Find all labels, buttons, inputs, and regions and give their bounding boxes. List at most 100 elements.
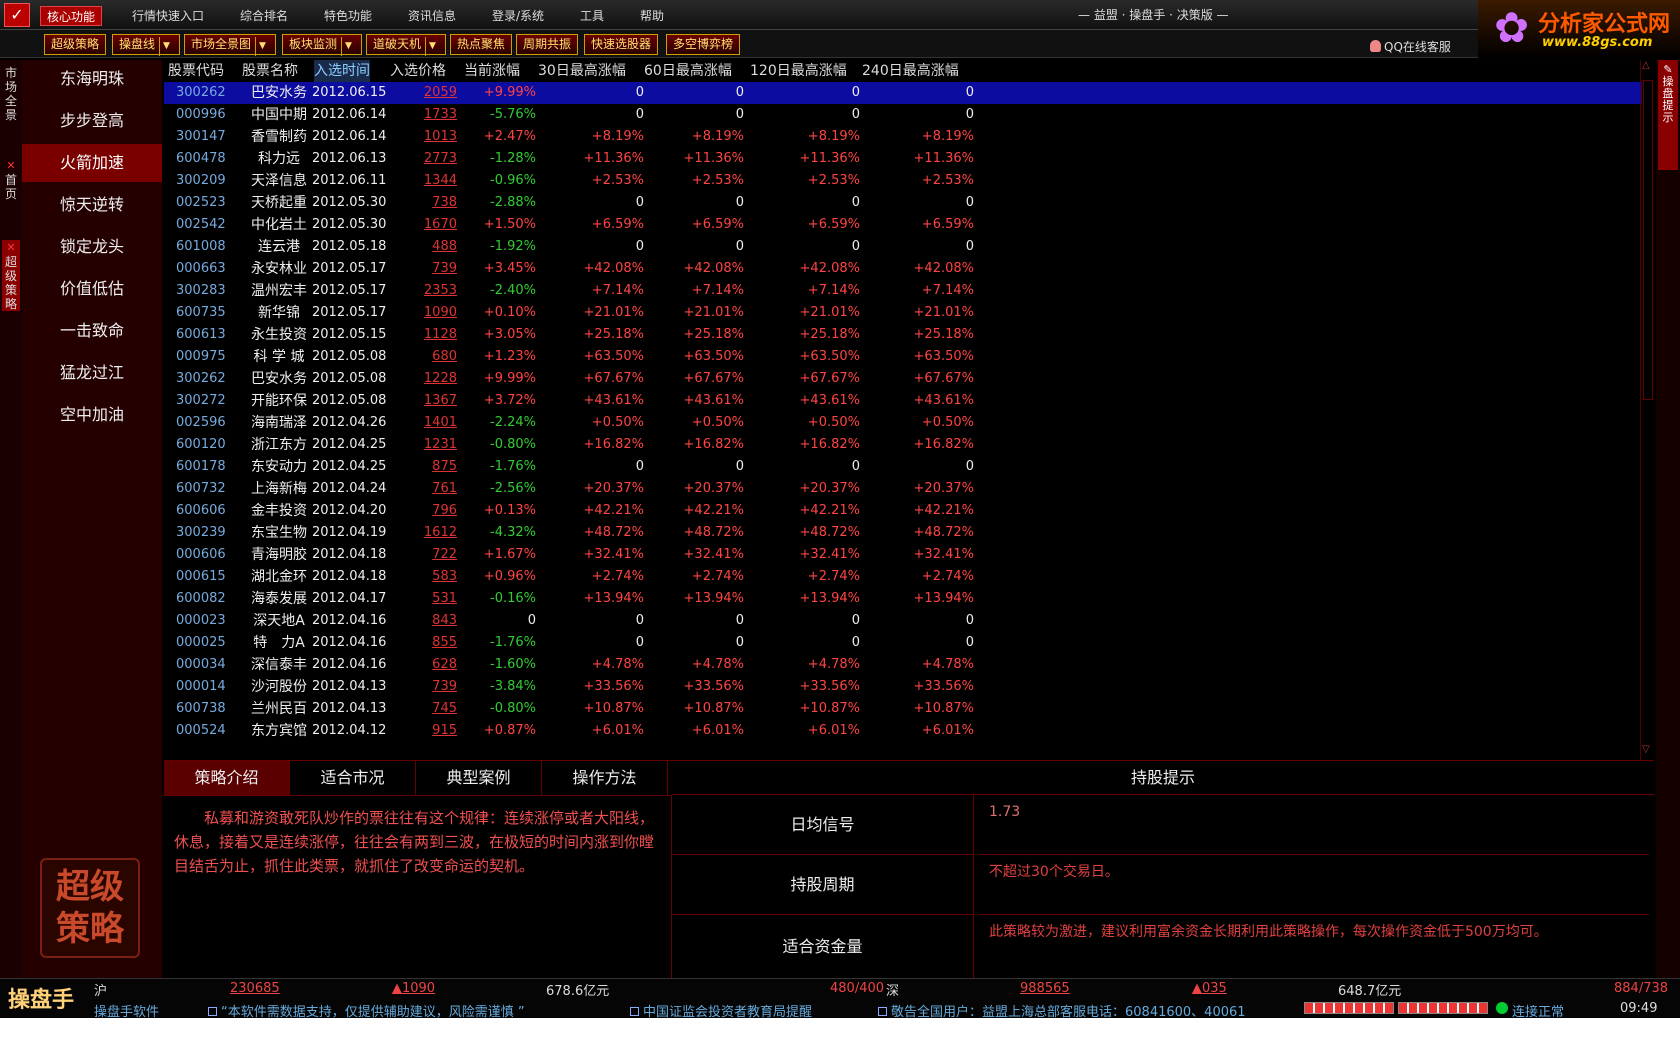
dropdown-arrow-icon[interactable]: ▼ (255, 37, 269, 56)
header-selected-time[interactable]: 入选时间 (314, 60, 370, 82)
table-row[interactable]: 300272 开能环保 2012.05.08 1367 +3.72% +43.61% +43… (164, 390, 1642, 412)
table-row[interactable]: 300209 天泽信息 2012.06.11 1344 -0.96% +2.53% +2.5… (164, 170, 1642, 192)
sh-index[interactable]: 230685 (230, 981, 280, 996)
table-row[interactable]: 000034 深信泰丰 2012.04.16 628 -1.60% +4.78% +4.78… (164, 654, 1642, 676)
strategy-item[interactable]: 猛龙过江 (22, 354, 162, 392)
table-row[interactable]: 000975 科 学 城 2012.05.08 680 +1.23% +63.50% +63… (164, 346, 1642, 368)
table-row[interactable]: 000014 沙河股份 2012.04.13 739 -3.84% +33.56% +33.… (164, 676, 1642, 698)
tab-operation-method[interactable]: 操作方法 (542, 761, 668, 795)
table-row[interactable]: 600178 东安动力 2012.04.25 875 -1.76% 0 0 0 0 (164, 456, 1642, 478)
header-60d-high[interactable]: 60日最高涨幅 (644, 60, 732, 82)
quick-screener-button[interactable]: 快速选股器 (584, 34, 659, 55)
tab-suitable-market[interactable]: 适合市况 (290, 761, 416, 795)
cell-price[interactable]: 761 (379, 478, 457, 500)
cell-price[interactable]: 1367 (379, 390, 457, 412)
market-overview-button[interactable]: 市场全景图 ▼ (184, 34, 277, 56)
cell-price[interactable]: 1090 (379, 302, 457, 324)
cell-price[interactable]: 1670 (379, 214, 457, 236)
dropdown-arrow-icon[interactable]: ▼ (159, 37, 173, 56)
header-240d-high[interactable]: 240日最高涨幅 (862, 60, 959, 82)
table-row[interactable]: 600082 海泰发展 2012.04.17 531 -0.16% +13.94% +13.… (164, 588, 1642, 610)
trading-tips-tab[interactable]: ✎ 操盘提示 (1658, 60, 1678, 170)
table-row[interactable]: 601008 连云港 2012.05.18 488 -1.92% 0 0 0 0 (164, 236, 1642, 258)
table-row[interactable]: 600732 上海新梅 2012.04.24 761 -2.56% +20.37% +20.… (164, 478, 1642, 500)
table-row[interactable]: 600120 浙江东方 2012.04.25 1231 -0.80% +16.82% +16… (164, 434, 1642, 456)
cell-price[interactable]: 1612 (379, 522, 457, 544)
trading-line-button[interactable]: 操盘线 ▼ (112, 34, 181, 56)
cycle-resonance-button[interactable]: 周期共振 (516, 34, 579, 55)
table-row-selected[interactable]: 300262 巴安水务 2012.06.15 2059 +9.99% 0 0 0 0 (164, 82, 1642, 104)
app-logo-icon[interactable]: ✓ (4, 3, 30, 27)
table-row[interactable]: 002596 海南瑞泽 2012.04.26 1401 -2.24% +0.50% +0.5… (164, 412, 1642, 434)
tab-home[interactable]: ✕ 首页 (2, 158, 20, 201)
table-row[interactable]: 002523 天桥起重 2012.05.30 738 -2.88% 0 0 0 0 (164, 192, 1642, 214)
sz-index[interactable]: 988565 (1020, 981, 1070, 996)
table-scrollbar[interactable]: △ ▽ (1640, 60, 1654, 760)
cell-price[interactable]: 488 (379, 236, 457, 258)
header-selected-price[interactable]: 入选价格 (390, 60, 446, 82)
strategy-item[interactable]: 空中加油 (22, 396, 162, 434)
table-row[interactable]: 000996 中国中期 2012.06.14 1733 -5.76% 0 0 0 0 (164, 104, 1642, 126)
cell-price[interactable]: 915 (379, 720, 457, 742)
super-strategy-button[interactable]: 超级策略 (44, 34, 107, 55)
dropdown-arrow-icon[interactable]: ▼ (425, 37, 439, 56)
strategy-item-active[interactable]: 火箭加速 (22, 144, 162, 182)
table-row[interactable]: 000025 特 力A 2012.04.16 855 -1.76% 0 0 0 0 (164, 632, 1642, 654)
cell-price[interactable]: 745 (379, 698, 457, 720)
cell-price[interactable]: 2773 (379, 148, 457, 170)
dropdown-arrow-icon[interactable]: ▼ (341, 37, 355, 56)
strategy-item[interactable]: 锁定龙头 (22, 228, 162, 266)
cell-price[interactable]: 1733 (379, 104, 457, 126)
table-row[interactable]: 000615 湖北金环 2012.04.18 583 +0.96% +2.74% +2.74… (164, 566, 1642, 588)
menu-help[interactable]: 帮助 (634, 6, 670, 26)
cell-price[interactable]: 796 (379, 500, 457, 522)
cell-price[interactable]: 2059 (379, 82, 457, 104)
table-row[interactable]: 300239 东宝生物 2012.04.19 1612 -4.32% +48.72% +48… (164, 522, 1642, 544)
strategy-item[interactable]: 一击致命 (22, 312, 162, 350)
scroll-down-icon[interactable]: ▽ (1642, 744, 1650, 755)
strategy-item[interactable]: 价值低估 (22, 270, 162, 308)
cell-price[interactable]: 739 (379, 258, 457, 280)
cell-price[interactable]: 739 (379, 676, 457, 698)
tab-typical-cases[interactable]: 典型案例 (416, 761, 542, 795)
qq-service-link[interactable]: QQ在线客服 (1370, 38, 1451, 55)
close-icon[interactable]: ✕ (6, 159, 15, 172)
table-row[interactable]: 600606 金丰投资 2012.04.20 796 +0.13% +42.21% +42.… (164, 500, 1642, 522)
table-row[interactable]: 600613 永生投资 2012.05.15 1128 +3.05% +25.18% +25… (164, 324, 1642, 346)
menu-features[interactable]: 特色功能 (318, 6, 378, 26)
tab-strategy-intro[interactable]: 策略介绍 (164, 761, 290, 795)
menu-core-functions[interactable]: 核心功能 (40, 6, 103, 26)
cell-price[interactable]: 875 (379, 456, 457, 478)
table-row[interactable]: 300147 香雪制药 2012.06.14 1013 +2.47% +8.19% +8.1… (164, 126, 1642, 148)
table-row[interactable]: 600478 科力远 2012.06.13 2773 -1.28% +11.36% +11.… (164, 148, 1642, 170)
cell-price[interactable]: 1128 (379, 324, 457, 346)
cell-price[interactable]: 722 (379, 544, 457, 566)
tab-super-strategy[interactable]: ✕ 超级策略 (2, 240, 20, 311)
menu-login-system[interactable]: 登录/系统 (486, 6, 550, 26)
header-current-change[interactable]: 当前涨幅 (464, 60, 520, 82)
cell-price[interactable]: 1231 (379, 434, 457, 456)
table-row[interactable]: 002542 中化岩土 2012.05.30 1670 +1.50% +6.59% +6.5… (164, 214, 1642, 236)
cell-price[interactable]: 855 (379, 632, 457, 654)
header-30d-high[interactable]: 30日最高涨幅 (538, 60, 626, 82)
strategy-item[interactable]: 惊天逆转 (22, 186, 162, 224)
cell-price[interactable]: 1401 (379, 412, 457, 434)
tab-market-overview[interactable]: 市场全景 (2, 66, 20, 122)
menu-news[interactable]: 资讯信息 (402, 6, 462, 26)
cell-price[interactable]: 583 (379, 566, 457, 588)
header-stock-name[interactable]: 股票名称 (242, 60, 298, 82)
scroll-up-icon[interactable]: △ (1642, 60, 1650, 71)
cell-price[interactable]: 628 (379, 654, 457, 676)
menu-ranking[interactable]: 综合排名 (234, 6, 294, 26)
cell-price[interactable]: 1013 (379, 126, 457, 148)
menu-tools[interactable]: 工具 (574, 6, 610, 26)
table-row[interactable]: 600738 兰州民百 2012.04.13 745 -0.80% +10.87% +10.… (164, 698, 1642, 720)
sector-monitor-button[interactable]: 板块监测 ▼ (282, 34, 363, 56)
cell-price[interactable]: 1228 (379, 368, 457, 390)
table-row[interactable]: 300262 巴安水务 2012.05.08 1228 +9.99% +67.67% +67… (164, 368, 1642, 390)
close-icon[interactable]: ✕ (6, 241, 15, 254)
table-row[interactable]: 000606 青海明胶 2012.04.18 722 +1.67% +32.41% +32.… (164, 544, 1642, 566)
scroll-thumb[interactable] (1643, 80, 1653, 400)
header-stock-code[interactable]: 股票代码 (168, 60, 224, 82)
table-row[interactable]: 000663 永安林业 2012.05.17 739 +3.45% +42.08% +42.… (164, 258, 1642, 280)
